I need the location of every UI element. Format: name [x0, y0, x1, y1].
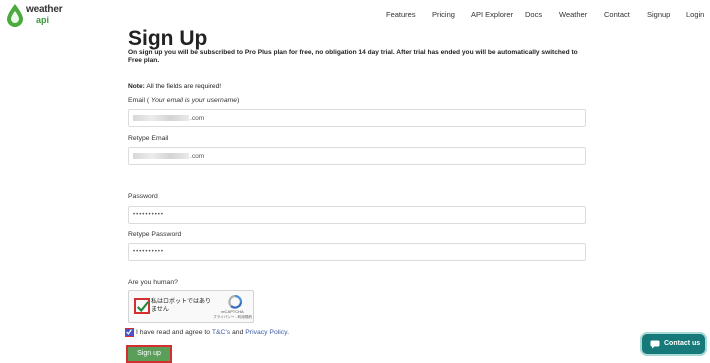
signup-intro-text: On sign up you will be subscribed to Pro…	[128, 49, 578, 64]
checkmark-icon	[126, 329, 132, 335]
contact-us-button[interactable]: Contact us	[640, 332, 707, 356]
email-label-text: Email (	[128, 97, 150, 104]
retype-email-field[interactable]: .com	[128, 147, 586, 165]
recaptcha-terms-link[interactable]: プライバシー - 利用規約	[213, 315, 252, 320]
water-drop-logo-icon	[7, 4, 23, 27]
recaptcha-widget: 私はロボットではありません reCAPTCHA プライバシー - 利用規約	[128, 290, 254, 323]
email-hint: Your email is your username	[149, 97, 238, 104]
nav-signup[interactable]: Signup	[647, 10, 670, 19]
email-field[interactable]: .com	[128, 109, 586, 127]
nav-weather[interactable]: Weather	[559, 10, 587, 19]
page-title: Sign Up	[128, 27, 208, 50]
nav-api-explorer[interactable]: API Explorer	[471, 10, 513, 19]
brand-name-top: weather	[26, 4, 63, 15]
email-label-end: )	[237, 97, 240, 104]
agree-and: and	[230, 329, 246, 336]
privacy-policy-link[interactable]: Privacy Policy	[245, 329, 287, 336]
retype-password-field[interactable]: ••••••••••	[128, 243, 586, 261]
recaptcha-brand: reCAPTCHA	[221, 309, 244, 314]
agree-text: I have read and agree to T&C's and Priva…	[136, 329, 289, 336]
email-value-suffix: .com	[190, 115, 205, 122]
retype-password-label: Retype Password	[128, 231, 182, 238]
note-text: All the fields are required!	[144, 83, 222, 90]
agree-end: .	[287, 329, 289, 336]
brand-name-bottom: api	[36, 15, 50, 25]
redacted-email-blur	[133, 115, 189, 122]
agree-prefix: I have read and agree to	[136, 329, 212, 336]
nav-contact[interactable]: Contact	[604, 10, 630, 19]
signup-submit-button[interactable]: Sign up	[126, 345, 172, 363]
password-field[interactable]: ••••••••••	[128, 206, 586, 224]
nav-pricing[interactable]: Pricing	[432, 10, 455, 19]
chat-bubble-icon	[650, 340, 660, 349]
nav-login[interactable]: Login	[686, 10, 704, 19]
recaptcha-label: 私はロボットではありません	[151, 299, 212, 313]
nav-docs[interactable]: Docs	[525, 10, 542, 19]
recaptcha-logo-icon	[228, 295, 243, 309]
retype-email-value-suffix: .com	[190, 153, 205, 160]
retype-email-label: Retype Email	[128, 135, 169, 142]
weatherapi-logo[interactable]: weather api	[5, 3, 65, 27]
redacted-email-blur	[133, 153, 189, 160]
terms-link[interactable]: T&C's	[212, 329, 230, 336]
site-header: weather api Features Pricing API Explore…	[0, 0, 710, 30]
agree-checkbox[interactable]	[125, 328, 134, 337]
email-label: Email ( Your email is your username)	[128, 97, 239, 104]
required-note: Note: All the fields are required!	[128, 83, 221, 90]
recaptcha-checkbox[interactable]	[134, 298, 150, 314]
password-label: Password	[128, 193, 158, 200]
nav-features[interactable]: Features	[386, 10, 416, 19]
note-label: Note:	[128, 83, 145, 90]
human-check-label: Are you human?	[128, 279, 178, 286]
contact-us-label: Contact us	[664, 340, 701, 347]
checkmark-icon	[137, 301, 150, 313]
